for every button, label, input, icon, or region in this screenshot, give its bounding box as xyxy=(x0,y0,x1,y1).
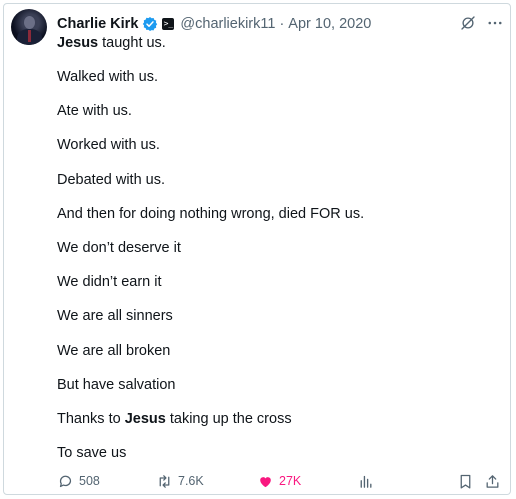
like-button[interactable]: 27K xyxy=(257,470,301,492)
bookmark-icon xyxy=(460,474,471,489)
tweet-line: Jesus taught us. xyxy=(57,35,166,51)
tweet-line: We didn’t earn it xyxy=(57,274,162,290)
retweet-button[interactable]: 7.6K xyxy=(156,470,204,492)
retweet-icon xyxy=(159,474,170,488)
tweet-line: Debated with us. xyxy=(57,172,166,188)
views-button[interactable] xyxy=(357,470,379,492)
tweet-line: But have salvation xyxy=(57,377,176,393)
tweet-line: Worked with us. xyxy=(57,137,160,153)
reply-icon xyxy=(59,475,72,487)
reply-button[interactable]: 508 xyxy=(57,470,100,492)
tweet-line: And then for doing nothing wrong, died F… xyxy=(57,206,365,222)
share-icon xyxy=(486,474,499,488)
avatar[interactable] xyxy=(11,9,47,45)
bookmark-button[interactable] xyxy=(457,470,479,492)
tweet-line: We are all broken xyxy=(57,343,171,359)
tweet-line: Ate with us. xyxy=(57,103,132,119)
tweet-line: Walked with us. xyxy=(57,69,158,85)
action-bar: 508 7.6K 27K xyxy=(0,470,516,492)
affiliate-badge-icon[interactable]: >_ xyxy=(162,18,175,30)
views-icon xyxy=(360,475,372,488)
tweet-line: To save us xyxy=(57,445,127,461)
tweet-line: Thanks to Jesus taking up the cross xyxy=(57,411,292,427)
like-icon xyxy=(260,476,271,487)
tweet-header: Charlie Kirk >_ @charliekirk11 · Apr 10,… xyxy=(57,14,371,34)
tweet-line: We are all sinners xyxy=(57,308,173,324)
reply-count: 508 xyxy=(79,474,100,488)
share-button[interactable] xyxy=(484,470,506,492)
author-name[interactable]: Charlie Kirk xyxy=(57,16,138,32)
retweet-count: 7.6K xyxy=(178,474,204,488)
verified-icon xyxy=(143,17,158,31)
author-handle[interactable]: @charliekirk11 xyxy=(180,16,275,32)
tweet-line: We don’t deserve it xyxy=(57,240,181,256)
like-count: 27K xyxy=(279,474,302,488)
more-icon[interactable] xyxy=(486,14,504,32)
grok-icon[interactable] xyxy=(459,14,477,32)
separator-dot: · xyxy=(279,16,285,32)
tweet-date[interactable]: Apr 10, 2020 xyxy=(288,16,371,32)
